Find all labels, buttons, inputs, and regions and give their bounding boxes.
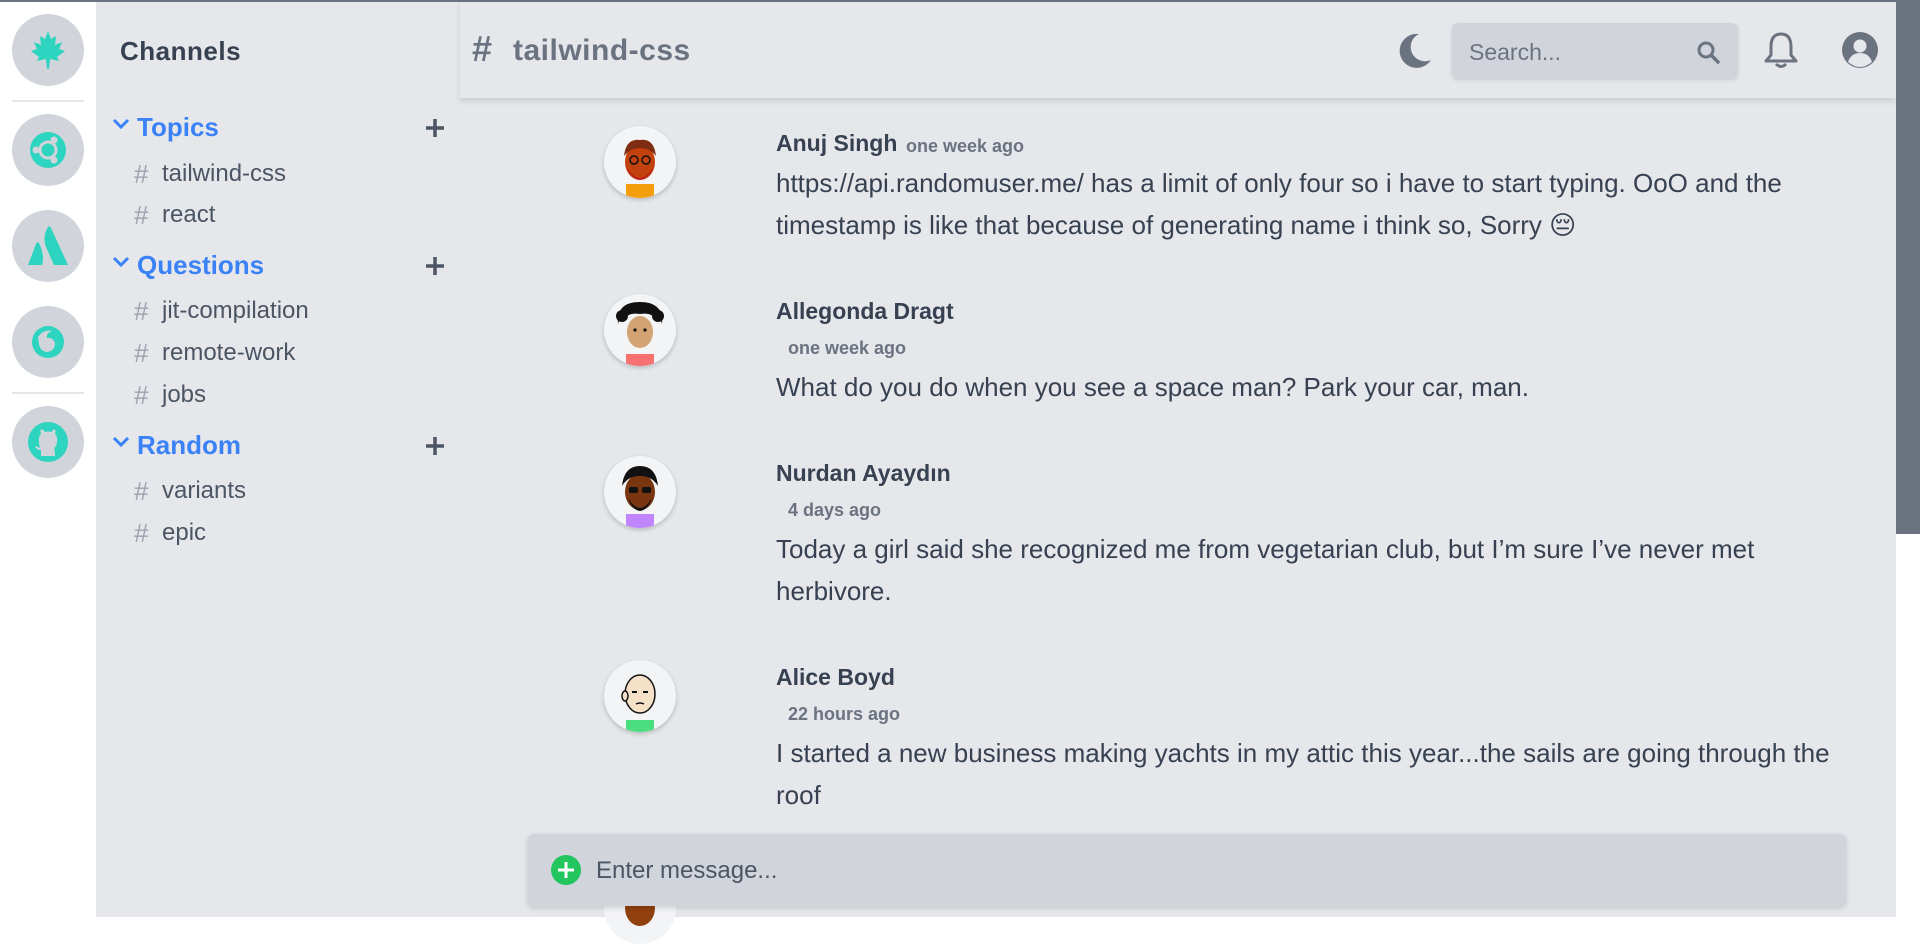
chat-main: Anuj Singh one week ago https://api.rand… [460, 0, 1896, 944]
github-icon [28, 422, 68, 462]
server-atlassian[interactable] [12, 210, 84, 282]
avatar-illustration [621, 674, 656, 732]
plus-circle-icon[interactable] [550, 854, 582, 886]
message-input[interactable] [594, 854, 1798, 888]
message-author[interactable]: Nurdan Ayaydın [776, 460, 951, 487]
firefox-icon [32, 326, 64, 358]
hash-icon: # [134, 295, 149, 326]
hash-icon: # [134, 337, 149, 368]
channel-name: tailwind-css [162, 160, 287, 187]
hash-icon: # [134, 475, 149, 506]
search-placeholder: Search... [1469, 39, 1562, 65]
channel-epic[interactable]: # epic [134, 518, 206, 548]
group-name: Topics [137, 112, 219, 142]
message-text: I started a new business making yachts i… [776, 738, 1830, 810]
search-icon[interactable] [1696, 40, 1720, 64]
group-questions[interactable]: Questions [112, 249, 448, 285]
channel-name: jit-compilation [162, 297, 309, 324]
channel-name: epic [162, 519, 207, 546]
message-composer [528, 834, 1846, 906]
channel-sidebar: Channels Topics # tailwind-css # react Q… [96, 0, 460, 917]
add-channel-icon[interactable] [424, 117, 446, 139]
hash-icon: # [134, 158, 149, 189]
scrollbar-thumb[interactable] [1896, 2, 1920, 534]
group-topics[interactable]: Topics [112, 111, 448, 147]
message-text: https://api.randomuser.me/ has a limit o… [776, 168, 1782, 240]
channel-jobs[interactable]: # jobs [134, 380, 206, 410]
avatar[interactable] [604, 294, 676, 366]
sidebar-title: Channels [120, 36, 242, 66]
maple-leaf-icon [31, 31, 65, 69]
channel-react[interactable]: # react [134, 200, 215, 230]
message-time: one week ago [906, 136, 1025, 156]
atlassian-icon [28, 226, 68, 265]
avatar[interactable] [604, 456, 676, 528]
message-author[interactable]: Anuj Singh [776, 130, 897, 157]
channel-name: remote-work [162, 339, 296, 366]
message-text: Today a girl said she recognized me from… [776, 534, 1755, 606]
channel-remote-work[interactable]: # remote-work [134, 338, 295, 368]
group-name: Questions [137, 250, 265, 280]
rail-divider [12, 100, 84, 102]
message-time: 22 hours ago [788, 704, 901, 724]
server-ubuntu[interactable] [12, 114, 84, 186]
chevron-down-icon [112, 256, 130, 268]
avatar[interactable] [604, 126, 676, 198]
ubuntu-icon [30, 132, 66, 168]
hash-icon: # [134, 379, 149, 410]
add-channel-icon[interactable] [424, 435, 446, 457]
bell-icon[interactable] [1763, 31, 1799, 69]
moon-icon[interactable] [1395, 32, 1433, 70]
hash-icon: # [134, 517, 149, 548]
message-text: What do you do when you see a space man?… [776, 372, 1529, 402]
channel-title: tailwind-css [513, 34, 691, 67]
add-channel-icon[interactable] [424, 255, 446, 277]
channel-tailwind-css[interactable]: # tailwind-css [134, 159, 286, 189]
channel-header: # tailwind-css Search... [460, 2, 1896, 98]
group-random[interactable]: Random [112, 429, 448, 465]
message-time: 4 days ago [788, 500, 882, 520]
server-maple-leaf[interactable] [12, 14, 84, 86]
message-time: one week ago [788, 338, 907, 358]
search-box[interactable]: Search... [1452, 23, 1738, 78]
server-firefox[interactable] [12, 306, 84, 378]
channel-name: react [162, 201, 216, 228]
channel-variants[interactable]: # variants [134, 476, 246, 506]
avatar-illustration [624, 139, 656, 198]
rail-divider [12, 392, 84, 394]
channel-name: variants [162, 477, 247, 504]
avatar-illustration [616, 302, 664, 366]
group-name: Random [137, 430, 241, 460]
chevron-down-icon [112, 436, 130, 448]
channel-name: jobs [162, 381, 207, 408]
chevron-down-icon [112, 118, 130, 130]
server-github[interactable] [12, 406, 84, 478]
hash-icon: # [134, 199, 149, 230]
message-author[interactable]: Alice Boyd [776, 664, 895, 691]
server-rail [0, 0, 96, 917]
avatar[interactable] [604, 660, 676, 732]
channel-jit-compilation[interactable]: # jit-compilation [134, 296, 309, 326]
user-circle-icon[interactable] [1841, 31, 1879, 69]
message-author[interactable]: Allegonda Dragt [776, 298, 954, 325]
avatar-illustration [622, 466, 658, 528]
hash-icon: # [472, 28, 493, 69]
scrollbar[interactable] [1896, 0, 1920, 917]
